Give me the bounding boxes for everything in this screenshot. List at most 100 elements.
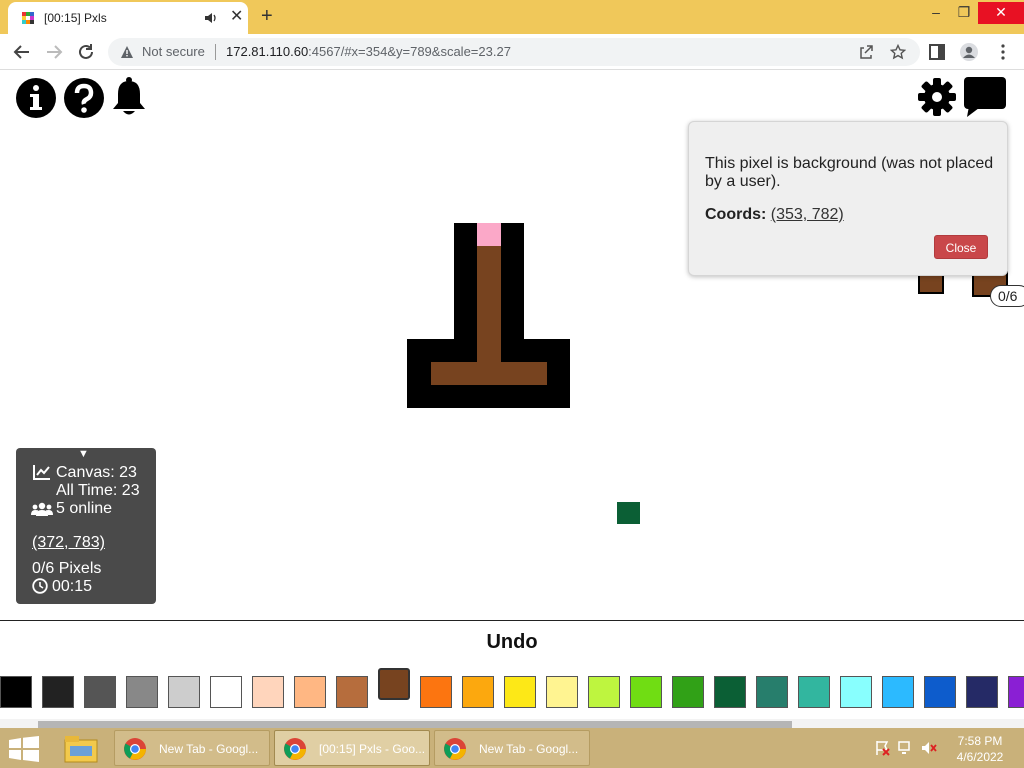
popup-coords: Coords: (353, 782) xyxy=(705,206,844,224)
palette-swatch[interactable] xyxy=(714,676,746,708)
palette-swatch[interactable] xyxy=(504,676,536,708)
tab-close-icon[interactable]: ✕ xyxy=(230,9,243,25)
available-pixels: 0/6 Pixels xyxy=(32,560,102,577)
help-icon[interactable] xyxy=(63,77,105,119)
palette-swatch[interactable] xyxy=(966,676,998,708)
url-host: 172.81.110.60 xyxy=(226,44,309,59)
green-canvas-pixel xyxy=(617,502,640,524)
palette-swatch[interactable] xyxy=(924,676,956,708)
palette-swatch[interactable] xyxy=(420,676,452,708)
canvas-pixel-count: Canvas: 23 xyxy=(56,464,137,481)
profile-avatar-icon[interactable] xyxy=(960,43,978,61)
palette-swatch[interactable] xyxy=(336,676,368,708)
coords-label: Coords: xyxy=(705,206,767,223)
warning-icon[interactable] xyxy=(120,45,134,59)
palette-swatch[interactable] xyxy=(42,676,74,708)
popup-close-button[interactable]: Close xyxy=(934,235,988,259)
back-icon[interactable] xyxy=(12,42,32,62)
new-tab-icon[interactable]: + xyxy=(261,5,273,27)
bell-icon[interactable] xyxy=(110,76,148,118)
chart-icon xyxy=(33,465,50,480)
browser-titlebar: [00:15] Pxls ✕ + – ❐ ✕ xyxy=(0,0,1024,34)
palette-swatch[interactable] xyxy=(1008,676,1024,708)
clock-icon xyxy=(32,578,48,594)
cursor-coords-link[interactable]: (372, 783) xyxy=(32,534,105,552)
palette-swatch[interactable] xyxy=(252,676,284,708)
tab-pxls[interactable]: [00:15] Pxls ✕ xyxy=(8,2,248,34)
clock-time: 7:58 PM xyxy=(957,734,1003,748)
palette-swatch[interactable] xyxy=(882,676,914,708)
pixel-art-pink-pixel xyxy=(477,223,501,246)
taskbar-chrome-window[interactable]: New Tab - Googl... xyxy=(114,730,270,766)
not-secure-label[interactable]: Not secure xyxy=(142,44,205,59)
pixel-art-base-fill xyxy=(431,362,547,385)
bookmark-star-icon[interactable] xyxy=(890,44,906,60)
palette-swatch[interactable] xyxy=(546,676,578,708)
minimize-icon[interactable]: – xyxy=(922,2,950,24)
chrome-icon xyxy=(444,738,466,760)
alltime-pixel-count: All Time: 23 xyxy=(56,482,140,499)
palette-swatch[interactable] xyxy=(588,676,620,708)
share-icon[interactable] xyxy=(858,44,874,60)
palette-swatch[interactable] xyxy=(756,676,788,708)
pixel-info-popup: This pixel is background (was not placed… xyxy=(688,121,1008,276)
url-path: :4567/#x=354&y=789&scale=23.27 xyxy=(308,44,511,59)
window-close-icon[interactable]: ✕ xyxy=(978,2,1024,24)
info-panel: ▼ Canvas: 23 All Time: 23 5 online (372,… xyxy=(16,448,156,604)
omnibox-separator xyxy=(215,44,216,60)
taskbar-item-label: New Tab - Googl... xyxy=(159,742,259,756)
palette-swatch[interactable] xyxy=(672,676,704,708)
pixel-art-stem-fill xyxy=(477,246,501,362)
collapse-chevron-icon[interactable]: ▼ xyxy=(78,448,89,460)
coords-link[interactable]: (353, 782) xyxy=(771,206,844,223)
scrollbar-thumb[interactable] xyxy=(38,721,792,728)
volume-muted-icon[interactable] xyxy=(921,740,937,756)
menu-kebab-icon[interactable] xyxy=(994,43,1012,61)
pxls-page: This pixel is background (was not placed… xyxy=(0,71,1024,728)
speaker-icon[interactable] xyxy=(204,11,218,25)
palette-swatch[interactable] xyxy=(378,668,410,700)
cooldown-timer: 00:15 xyxy=(52,578,93,595)
file-explorer-icon[interactable] xyxy=(62,732,100,766)
palette-bar: Undo xyxy=(0,620,1024,728)
browser-toolbar: Not secure 172.81.110.60:4567/#x=354&y=7… xyxy=(0,34,1024,70)
palette-swatch[interactable] xyxy=(84,676,116,708)
address-bar[interactable]: Not secure 172.81.110.60:4567/#x=354&y=7… xyxy=(108,38,920,66)
info-icon[interactable] xyxy=(15,77,57,119)
side-panel-icon[interactable] xyxy=(928,43,946,61)
palette-swatch[interactable] xyxy=(840,676,872,708)
system-clock[interactable]: 7:58 PM 4/6/2022 xyxy=(940,733,1020,765)
cursor-pixel-count-bubble: 0/6 xyxy=(990,285,1024,307)
url-text[interactable]: 172.81.110.60:4567/#x=354&y=789&scale=23… xyxy=(226,44,511,59)
palette-swatch[interactable] xyxy=(798,676,830,708)
palette-swatch[interactable] xyxy=(0,676,32,708)
tab-title: [00:15] Pxls xyxy=(44,11,107,25)
palette-swatch[interactable] xyxy=(126,676,158,708)
restore-icon[interactable]: ❐ xyxy=(950,2,978,24)
action-center-flag-icon[interactable] xyxy=(874,740,890,756)
online-count: 5 online xyxy=(56,500,113,517)
palette-swatch[interactable] xyxy=(210,676,242,708)
windows-start-icon[interactable] xyxy=(8,736,40,762)
reload-icon[interactable] xyxy=(76,42,96,62)
forward-icon[interactable] xyxy=(44,42,64,62)
users-icon xyxy=(31,502,53,516)
clock-date: 4/6/2022 xyxy=(956,750,1004,764)
undo-button[interactable]: Undo xyxy=(0,631,1024,654)
palette-swatch[interactable] xyxy=(294,676,326,708)
pxls-favicon-icon xyxy=(22,12,34,24)
network-icon[interactable] xyxy=(898,740,914,756)
taskbar-chrome-window[interactable]: [00:15] Pxls - Goo... xyxy=(274,730,430,766)
taskbar-chrome-window[interactable]: New Tab - Googl... xyxy=(434,730,590,766)
chat-icon[interactable] xyxy=(963,76,1007,118)
settings-gear-icon[interactable] xyxy=(917,77,957,117)
windows-taskbar: New Tab - Googl... [00:15] Pxls - Goo... N… xyxy=(0,728,1024,768)
chrome-icon xyxy=(124,738,146,760)
chrome-icon xyxy=(284,738,306,760)
taskbar-item-label: New Tab - Googl... xyxy=(479,742,579,756)
palette-swatch[interactable] xyxy=(462,676,494,708)
taskbar-item-label: [00:15] Pxls - Goo... xyxy=(319,742,426,756)
palette-swatch[interactable] xyxy=(168,676,200,708)
palette-swatch[interactable] xyxy=(630,676,662,708)
popup-message: This pixel is background (was not placed… xyxy=(705,155,994,190)
